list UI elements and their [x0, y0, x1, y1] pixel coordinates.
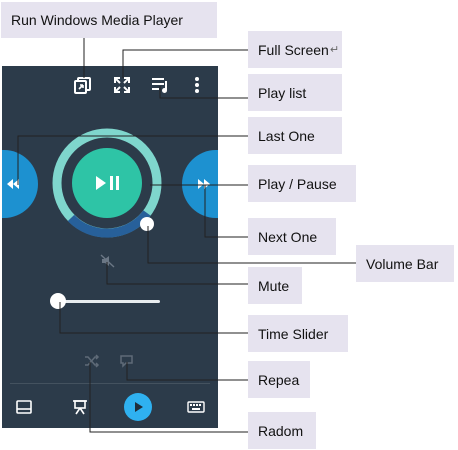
callout-full-screen-label: Full Screen: [258, 41, 329, 58]
volume-knob[interactable]: [140, 217, 154, 231]
callout-repeat-label: Repea: [258, 371, 300, 388]
callout-play-pause: Play / Pause: [248, 165, 356, 202]
return-mark: ↵: [329, 43, 340, 56]
play-icon: [135, 402, 143, 412]
previous-button[interactable]: [2, 150, 38, 218]
repeat-icon[interactable]: [119, 354, 134, 368]
play-pause-icon: [96, 176, 119, 190]
callout-time-slider: Time Slider: [248, 315, 348, 352]
callout-next-one-label: Next One: [258, 228, 318, 245]
monitor-icon[interactable]: [16, 400, 32, 414]
callout-random-label: Radom: [258, 422, 304, 439]
playlist-icon[interactable]: [151, 76, 171, 94]
time-slider-track[interactable]: [58, 300, 160, 303]
callout-full-screen: Full Screen ↵: [248, 31, 342, 68]
bottom-divider: [10, 383, 210, 384]
callout-volume-bar-label: Volume Bar: [366, 255, 439, 272]
callout-run-wmp-label: Run Windows Media Player: [11, 12, 183, 28]
next-button[interactable]: [182, 150, 218, 218]
time-slider-thumb[interactable]: [50, 293, 66, 309]
keyboard-icon[interactable]: [187, 401, 205, 413]
callout-play-list: Play list: [248, 74, 342, 111]
callout-last-one: Last One: [248, 117, 342, 154]
shuffle-icon[interactable]: [84, 354, 100, 368]
callout-time-slider-label: Time Slider: [258, 325, 329, 342]
player-panel: [2, 66, 218, 428]
callout-play-pause-label: Play / Pause: [258, 175, 337, 192]
presentation-icon[interactable]: [72, 399, 88, 415]
play-pause-button[interactable]: [72, 148, 142, 218]
callout-volume-bar: Volume Bar: [356, 245, 454, 282]
mute-icon[interactable]: [100, 254, 116, 268]
expand-icon[interactable]: [113, 76, 131, 94]
callout-run-wmp: Run Windows Media Player: [1, 2, 217, 38]
nav-play-button[interactable]: [124, 393, 152, 421]
callout-random: Radom: [248, 412, 316, 449]
callout-next-one: Next One: [248, 218, 336, 255]
callout-repeat: Repea: [248, 361, 310, 398]
more-vert-icon[interactable]: [193, 76, 201, 94]
callout-play-list-label: Play list: [258, 84, 307, 101]
callout-mute-label: Mute: [258, 277, 290, 294]
external-window-icon[interactable]: [74, 76, 92, 94]
callout-last-one-label: Last One: [258, 127, 315, 144]
callout-mute: Mute: [248, 267, 302, 304]
